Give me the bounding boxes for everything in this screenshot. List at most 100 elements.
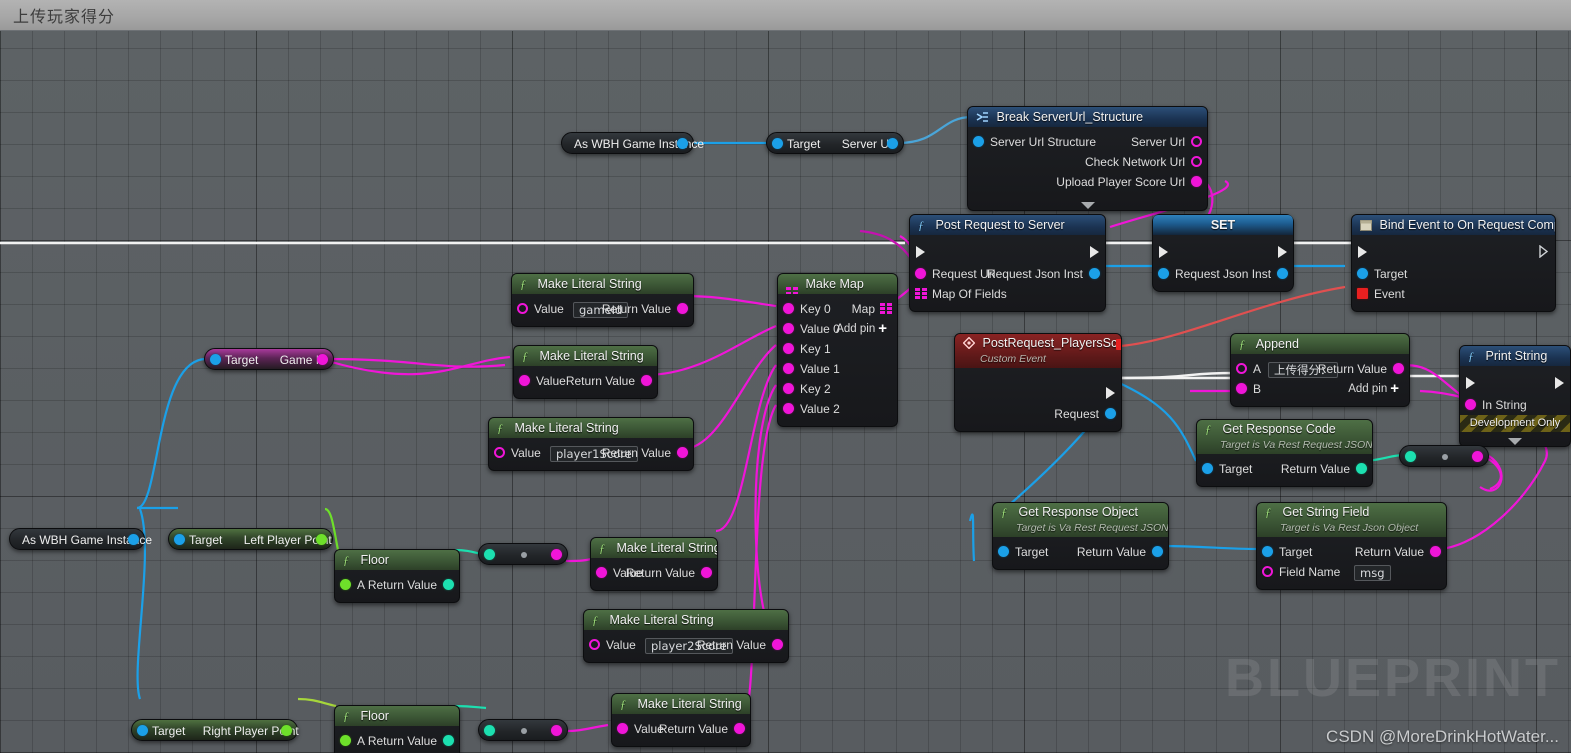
right-player-point-pin[interactable] bbox=[281, 725, 292, 736]
pin-row-target[interactable]: Target Return Value bbox=[1197, 459, 1372, 479]
node-as-wbh-game-instance-top[interactable]: As WBH Game Instance bbox=[561, 132, 704, 154]
a-pin[interactable] bbox=[340, 579, 351, 590]
pin-row-upload-player-score-url[interactable]: Upload Player Score Url bbox=[968, 172, 1207, 192]
request-json-inst-pin[interactable] bbox=[1089, 268, 1100, 279]
node-print-string[interactable]: ƒ Print String In String Development Onl… bbox=[1459, 345, 1571, 447]
struct-input-pin[interactable] bbox=[973, 136, 984, 147]
node-custom-event-postrequest-playersscore[interactable]: PostRequest_PlayersScore Custom Event Re… bbox=[954, 333, 1122, 432]
node-make-literal-string-player1score[interactable]: ƒ Make Literal String Value player1Score… bbox=[488, 417, 694, 471]
exec-in-pin[interactable] bbox=[1358, 246, 1367, 258]
return-value-pin[interactable] bbox=[641, 375, 652, 386]
node-floor-left[interactable]: ƒ Floor A Return Value bbox=[334, 549, 460, 603]
pin-row-key0[interactable]: Key 0 Map bbox=[778, 299, 897, 319]
node-make-literal-string-gameid[interactable]: ƒ Make Literal String Value gameId Retur… bbox=[511, 273, 694, 327]
exec-row[interactable] bbox=[910, 240, 1105, 264]
node-conversion-int-to-string-response[interactable] bbox=[1399, 445, 1489, 467]
pin-row-b[interactable]: B Add pin + bbox=[1231, 379, 1409, 399]
pin-row-value0[interactable]: Value 0 Add pin + bbox=[778, 319, 897, 339]
node-conversion-int-to-string-left[interactable] bbox=[478, 543, 568, 565]
pin-row-value[interactable]: Value gameId Return Value bbox=[512, 299, 693, 319]
node-as-wbh-game-instance-bottom[interactable]: As WBH Game Instance bbox=[9, 528, 152, 550]
exec-row[interactable] bbox=[1352, 240, 1555, 264]
collapse-arrow-icon[interactable] bbox=[1508, 438, 1522, 445]
output-pin[interactable] bbox=[1472, 451, 1483, 462]
blueprint-graph-canvas[interactable]: As WBH Game Instance Target Server Url B… bbox=[0, 31, 1571, 753]
pin-row-value[interactable]: Value player2Score Return Value bbox=[584, 635, 788, 655]
node-make-literal-string-6[interactable]: ƒ Make Literal String Value Return Value bbox=[611, 693, 751, 747]
pin-row-event[interactable]: Event bbox=[1352, 284, 1555, 304]
node-make-map[interactable]: Make Map Key 0 Map Value 0 Add pin + Key … bbox=[777, 273, 898, 427]
pin-row-server-url-structure[interactable]: Server Url Structure Server Url bbox=[968, 132, 1207, 152]
request-url-pin[interactable] bbox=[915, 268, 926, 279]
exec-in-pin[interactable] bbox=[1466, 377, 1475, 389]
field-name-pin[interactable] bbox=[1262, 566, 1273, 577]
return-value-pin[interactable] bbox=[701, 567, 712, 578]
value-pin[interactable] bbox=[519, 375, 530, 386]
field-name-input[interactable]: msg bbox=[1354, 565, 1391, 581]
target-pin[interactable] bbox=[772, 138, 783, 149]
return-value-pin[interactable] bbox=[1430, 546, 1441, 557]
collapse-arrow-icon[interactable] bbox=[1080, 202, 1095, 209]
b-pin[interactable] bbox=[1236, 383, 1247, 394]
exec-out-pin[interactable] bbox=[1555, 377, 1564, 389]
pin-row-key1[interactable]: Key 1 bbox=[778, 339, 897, 359]
pin-row-a[interactable]: A Return Value bbox=[335, 731, 459, 751]
pin-row-key2[interactable]: Key 2 bbox=[778, 379, 897, 399]
key0-pin[interactable] bbox=[783, 303, 794, 314]
event-delegate-pin[interactable] bbox=[1357, 288, 1368, 299]
node-make-literal-string-4[interactable]: ƒ Make Literal String Value Return Value bbox=[590, 537, 718, 591]
object-pin[interactable] bbox=[677, 138, 688, 149]
pin-row-value2[interactable]: Value 2 bbox=[778, 399, 897, 419]
output-pin[interactable] bbox=[551, 725, 562, 736]
pin-row-value1[interactable]: Value 1 bbox=[778, 359, 897, 379]
pin-row-target[interactable]: Target bbox=[1352, 264, 1555, 284]
request-json-inst-out-pin[interactable] bbox=[1277, 268, 1288, 279]
target-pin[interactable] bbox=[1357, 268, 1368, 279]
return-value-pin[interactable] bbox=[1356, 463, 1367, 474]
node-get-string-field[interactable]: ƒ Get String Field Target is Va Rest Jso… bbox=[1256, 502, 1447, 590]
map-out-pin[interactable] bbox=[880, 303, 892, 314]
pin-row-request[interactable]: Request bbox=[955, 404, 1121, 424]
node-append[interactable]: ƒ Append A 上传得分： Return Value B Add pin + bbox=[1230, 333, 1410, 407]
return-value-pin[interactable] bbox=[677, 447, 688, 458]
node-post-request-to-server[interactable]: ƒ Post Request to Server Request Url Req… bbox=[909, 214, 1106, 312]
exec-row[interactable] bbox=[1153, 240, 1293, 264]
target-pin[interactable] bbox=[1202, 463, 1213, 474]
value-pin[interactable] bbox=[589, 639, 600, 650]
value-pin[interactable] bbox=[596, 567, 607, 578]
a-pin[interactable] bbox=[340, 735, 351, 746]
pin-row-target[interactable]: Target Return Value bbox=[993, 542, 1168, 562]
node-make-literal-string-2[interactable]: ƒ Make Literal String Value Return Value bbox=[513, 345, 658, 399]
pin-row-a[interactable]: A 上传得分： Return Value bbox=[1231, 359, 1409, 379]
exec-out-pin[interactable] bbox=[1106, 387, 1115, 399]
add-pin-button[interactable]: Add pin + bbox=[1348, 379, 1399, 399]
pin-row-value[interactable]: Value Return Value bbox=[612, 719, 750, 739]
game-id-pin[interactable] bbox=[317, 354, 328, 365]
return-value-pin[interactable] bbox=[443, 735, 454, 746]
request-json-inst-in-pin[interactable] bbox=[1158, 268, 1169, 279]
target-pin[interactable] bbox=[210, 354, 221, 365]
node-break-serverurl-structure[interactable]: Break ServerUrl_Structure Server Url Str… bbox=[967, 106, 1208, 211]
pin-row-check-network-url[interactable]: Check Network Url bbox=[968, 152, 1207, 172]
input-pin[interactable] bbox=[484, 549, 495, 560]
server-url-pin[interactable] bbox=[887, 138, 898, 149]
pin-row-request-json-inst[interactable]: Request Json Inst bbox=[1153, 264, 1293, 284]
server-url-out-pin[interactable] bbox=[1191, 136, 1202, 147]
upload-player-score-url-pin[interactable] bbox=[1191, 176, 1202, 187]
add-pin-button[interactable]: Add pin + bbox=[836, 319, 887, 339]
exec-out-pin[interactable] bbox=[1539, 244, 1549, 264]
node-left-player-point-getter[interactable]: Target Left Player Point bbox=[168, 528, 333, 550]
pin-row-value[interactable]: Value Return Value bbox=[514, 371, 657, 391]
node-set[interactable]: SET Request Json Inst bbox=[1152, 214, 1294, 292]
event-delegate-out-pin[interactable] bbox=[1116, 339, 1121, 350]
value2-pin[interactable] bbox=[783, 403, 794, 414]
value-pin[interactable] bbox=[617, 723, 628, 734]
return-value-pin[interactable] bbox=[443, 579, 454, 590]
target-pin[interactable] bbox=[1262, 546, 1273, 557]
return-value-pin[interactable] bbox=[772, 639, 783, 650]
exec-in-pin[interactable] bbox=[916, 246, 925, 258]
input-pin[interactable] bbox=[1405, 451, 1416, 462]
target-pin[interactable] bbox=[137, 725, 148, 736]
node-make-literal-string-player2score[interactable]: ƒ Make Literal String Value player2Score… bbox=[583, 609, 789, 663]
node-get-response-code[interactable]: ƒ Get Response Code Target is Va Rest Re… bbox=[1196, 419, 1373, 487]
